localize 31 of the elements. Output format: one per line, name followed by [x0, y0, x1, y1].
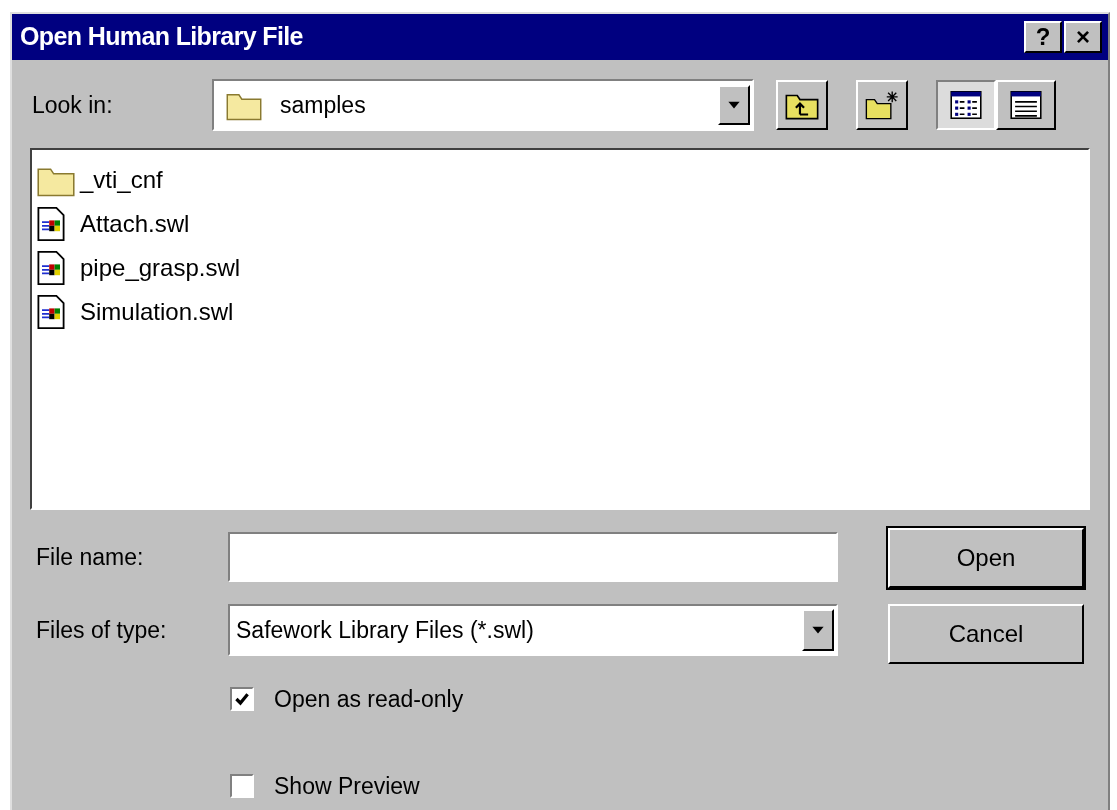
window-title: Open Human Library File — [20, 21, 303, 53]
file-item[interactable]: Attach.swl — [36, 202, 1088, 246]
file-item[interactable]: _vti_cnf — [36, 158, 1088, 202]
look-in-value: samples — [280, 90, 367, 120]
file-name-label: File name: — [36, 542, 145, 572]
file-type-label: Files of type: — [36, 615, 168, 645]
details-view-icon — [1010, 91, 1042, 119]
dropdown-button[interactable] — [718, 85, 750, 125]
file-item[interactable]: pipe_grasp.swl — [36, 246, 1088, 290]
close-button[interactable]: × — [1064, 21, 1102, 53]
new-folder-icon — [865, 90, 899, 120]
file-type-dropdown[interactable]: Safework Library Files (*.swl) — [228, 604, 838, 656]
look-in-label: Look in: — [32, 90, 114, 120]
list-view-icon — [950, 91, 982, 119]
checkmark-icon — [234, 691, 250, 708]
file-type-value: Safework Library Files (*.swl) — [236, 615, 535, 645]
new-folder-button[interactable] — [856, 80, 908, 130]
file-item[interactable]: Simulation.swl — [36, 290, 1088, 334]
checkbox[interactable] — [230, 687, 254, 712]
list-view-button[interactable] — [936, 80, 996, 130]
open-button[interactable]: Open — [888, 528, 1084, 588]
dropdown-button[interactable] — [802, 609, 834, 651]
look-in-dropdown[interactable]: samples — [212, 79, 754, 131]
up-folder-button[interactable] — [776, 80, 828, 130]
help-button[interactable]: ? — [1024, 21, 1062, 53]
details-view-button[interactable] — [996, 80, 1056, 130]
file-name-field[interactable] — [228, 532, 838, 582]
cancel-button[interactable]: Cancel — [888, 604, 1084, 664]
checkbox[interactable] — [230, 773, 254, 798]
checkbox-label: Show Preview — [274, 771, 420, 801]
checkbox-label: Open as read-only — [274, 685, 464, 714]
